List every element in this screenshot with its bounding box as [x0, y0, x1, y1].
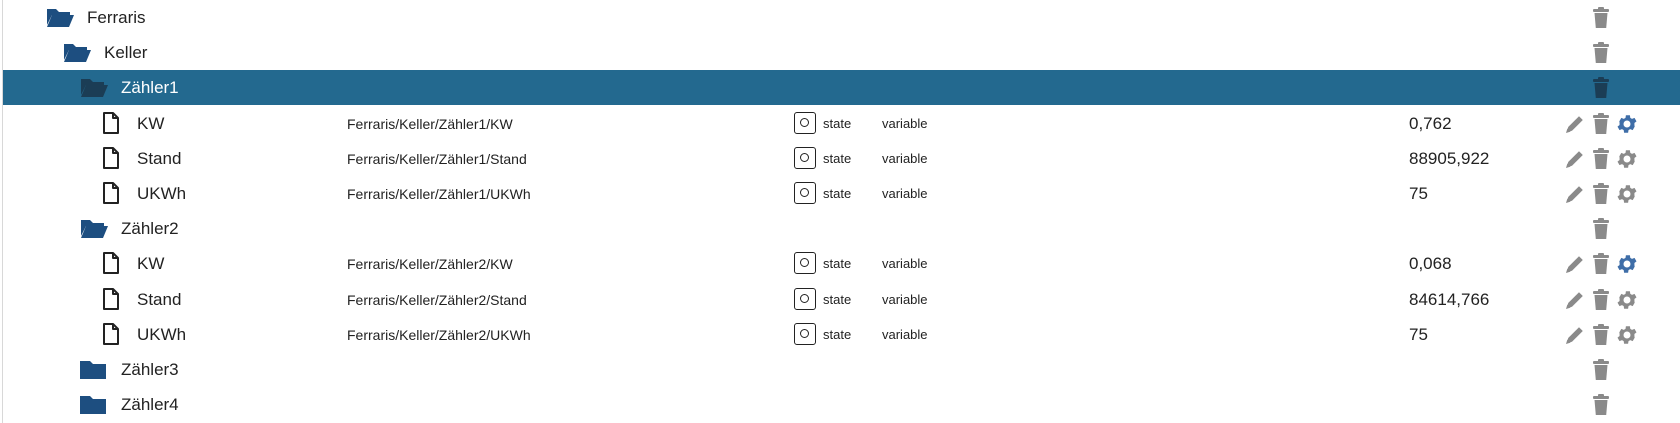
delete-icon[interactable]	[1591, 217, 1615, 241]
file-icon[interactable]	[101, 322, 121, 351]
tree-row-state[interactable]: UKWh Ferraris/Keller/Zähler1/UKWh state var…	[3, 176, 1680, 211]
edit-icon[interactable]	[1563, 252, 1587, 276]
tree-item-name: Stand	[137, 148, 182, 168]
state-value[interactable]: 0,762	[1409, 114, 1452, 134]
folder-icon[interactable]	[79, 393, 107, 420]
object-id-path: Ferraris/Keller/Zähler1/UKWh	[347, 186, 531, 202]
edit-icon[interactable]	[1563, 288, 1587, 312]
object-type: state	[823, 115, 852, 131]
object-id-path: Ferraris/Keller/Zähler2/UKWh	[347, 326, 531, 343]
object-type: state	[823, 326, 852, 342]
folder-open-icon[interactable]	[62, 41, 92, 68]
object-role: variable	[882, 291, 928, 307]
settings-gear-icon[interactable]	[1615, 288, 1639, 312]
tree-row-folder[interactable]: Zähler1	[3, 70, 1680, 106]
tree-item-name: KW	[137, 254, 165, 274]
tree-item-name: Zähler3	[121, 360, 179, 379]
state-value[interactable]: 75	[1409, 184, 1428, 204]
delete-icon[interactable]	[1591, 393, 1615, 417]
settings-gear-icon[interactable]	[1615, 323, 1639, 347]
tree-item-name: Stand	[137, 289, 182, 309]
delete-icon[interactable]	[1591, 288, 1615, 312]
tree-item-name: Zähler4	[121, 395, 179, 415]
state-value[interactable]: 84614,766	[1409, 290, 1489, 310]
object-id-path: Ferraris/Keller/Zähler1/Stand	[347, 150, 527, 167]
object-type: state	[823, 150, 852, 166]
object-role: variable	[882, 115, 928, 131]
object-role: variable	[882, 186, 928, 201]
tree-row-folder[interactable]: Keller	[3, 35, 1680, 70]
edit-icon[interactable]	[1563, 323, 1587, 347]
file-icon[interactable]	[101, 287, 121, 316]
state-type-icon	[794, 322, 816, 345]
tree-row-folder[interactable]: Ferraris	[3, 0, 1680, 35]
tree-row-state[interactable]: KW Ferraris/Keller/Zähler2/KW state variabl…	[3, 246, 1680, 281]
tree-item-name: KW	[137, 113, 165, 133]
edit-icon[interactable]	[1563, 147, 1587, 171]
file-icon[interactable]	[101, 251, 121, 280]
delete-icon[interactable]	[1591, 41, 1615, 65]
folder-icon[interactable]	[79, 358, 107, 385]
edit-icon[interactable]	[1563, 112, 1587, 136]
delete-icon[interactable]	[1591, 323, 1615, 347]
state-type-icon	[794, 182, 816, 204]
folder-open-icon[interactable]	[79, 217, 109, 244]
delete-icon[interactable]	[1591, 6, 1615, 30]
tree-row-state[interactable]: UKWh Ferraris/Keller/Zähler2/UKWh state var…	[3, 317, 1680, 352]
object-id-path: Ferraris/Keller/Zähler2/Stand	[347, 291, 527, 308]
delete-icon[interactable]	[1591, 358, 1615, 382]
object-type: state	[823, 186, 852, 201]
file-icon[interactable]	[101, 146, 121, 175]
tree-row-state[interactable]: KW Ferraris/Keller/Zähler1/KW state variabl…	[3, 106, 1680, 141]
object-role: variable	[882, 150, 928, 166]
state-value[interactable]: 75	[1409, 325, 1428, 345]
tree-item-name: Ferraris	[87, 8, 146, 27]
tree-item-name: Zähler1	[121, 78, 179, 98]
delete-icon[interactable]	[1591, 76, 1615, 100]
object-tree: Ferraris Keller Zähler1 KW Ferraris/Keller/Z…	[0, 0, 1680, 423]
tree-item-name: Keller	[104, 43, 148, 63]
settings-gear-icon[interactable]	[1615, 112, 1639, 136]
state-type-icon	[794, 111, 816, 134]
file-icon[interactable]	[101, 111, 121, 140]
object-id-path: Ferraris/Keller/Zähler1/KW	[347, 115, 513, 132]
tree-item-name: Zähler2	[121, 219, 179, 239]
object-id-path: Ferraris/Keller/Zähler2/KW	[347, 256, 513, 273]
state-value[interactable]: 88905,922	[1409, 149, 1489, 169]
state-type-icon	[794, 287, 816, 310]
edit-icon[interactable]	[1563, 182, 1587, 206]
tree-row-folder[interactable]: Zähler2	[3, 211, 1680, 246]
file-icon[interactable]	[101, 181, 121, 210]
tree-row-state[interactable]: Stand Ferraris/Keller/Zähler1/Stand state v…	[3, 141, 1680, 176]
object-type: state	[823, 256, 852, 272]
state-type-icon	[794, 252, 816, 275]
tree-item-name: UKWh	[137, 324, 187, 344]
settings-gear-icon[interactable]	[1615, 147, 1639, 171]
object-role: variable	[882, 256, 928, 272]
state-type-icon	[794, 146, 816, 169]
state-value[interactable]: 0,068	[1409, 254, 1452, 274]
tree-row-folder[interactable]: Zähler4	[3, 387, 1680, 422]
delete-icon[interactable]	[1591, 112, 1615, 136]
folder-open-icon[interactable]	[79, 76, 109, 103]
settings-gear-icon[interactable]	[1615, 182, 1639, 206]
delete-icon[interactable]	[1591, 182, 1615, 206]
tree-row-state[interactable]: Stand Ferraris/Keller/Zähler2/Stand state v…	[3, 282, 1680, 317]
tree-row-folder[interactable]: Zähler3	[3, 352, 1680, 387]
tree-item-name: UKWh	[137, 184, 187, 203]
object-type: state	[823, 291, 852, 307]
object-role: variable	[882, 326, 928, 342]
settings-gear-icon[interactable]	[1615, 252, 1639, 276]
delete-icon[interactable]	[1591, 252, 1615, 276]
folder-open-icon[interactable]	[45, 6, 75, 33]
delete-icon[interactable]	[1591, 147, 1615, 171]
